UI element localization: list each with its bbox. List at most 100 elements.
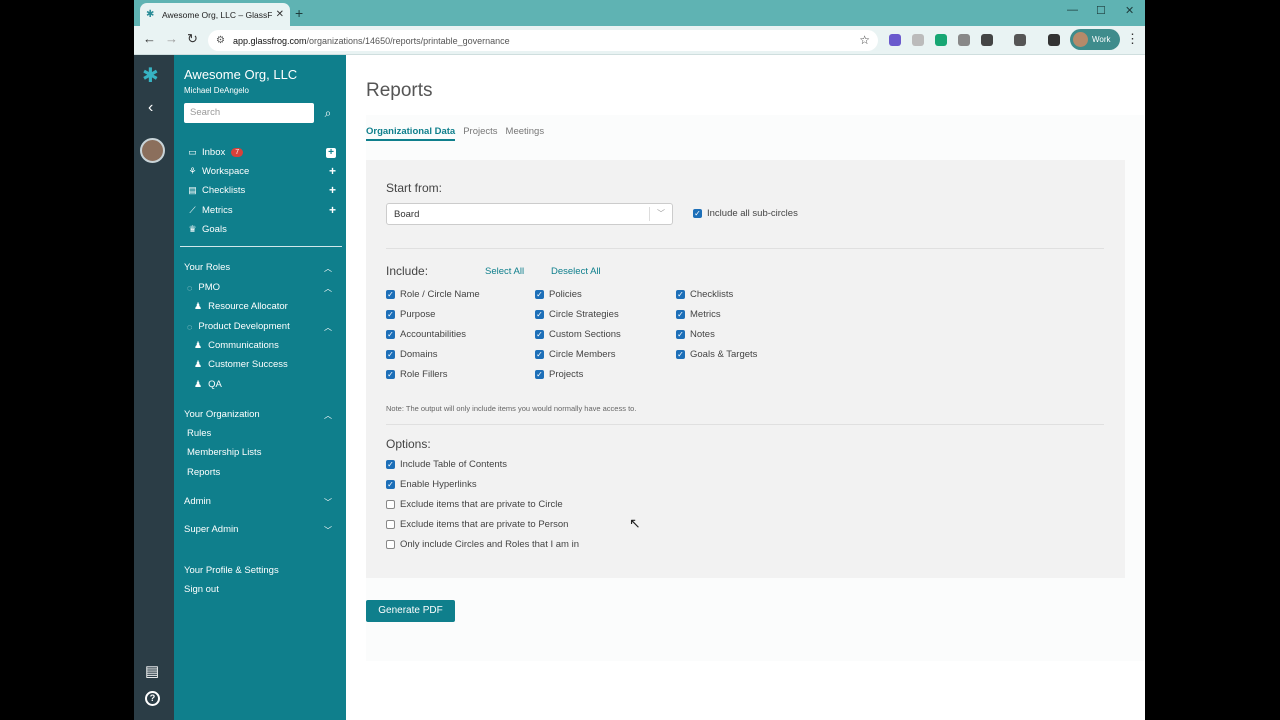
address-bar[interactable]: ⚙ app.glassfrog.com/organizations/14650/… <box>208 30 878 51</box>
chat-icon[interactable]: ▤ <box>145 662 159 680</box>
divider <box>386 248 1104 249</box>
tab-projects[interactable]: Projects <box>463 126 497 141</box>
glassfrog-logo-icon[interactable]: ✱ <box>142 63 159 88</box>
sidebar-item-label: Metrics <box>202 205 233 216</box>
sidebar-item-checklists[interactable]: ▤ Checklists <box>187 185 245 196</box>
add-metric-icon[interactable]: + <box>329 203 336 217</box>
include-checkbox[interactable]: ✓ Accountabilities <box>386 329 466 340</box>
tab-organizational-data[interactable]: Organizational Data <box>366 126 456 141</box>
sidebar-item-membership-lists[interactable]: Membership Lists <box>187 447 261 458</box>
role-resource-allocator[interactable]: ♟ Resource Allocator <box>194 301 288 312</box>
chevron-down-icon[interactable]: ﹀ <box>324 525 332 536</box>
forward-arrow-icon[interactable]: → <box>165 31 178 46</box>
profile-settings-link[interactable]: Your Profile & Settings <box>184 565 279 576</box>
tab-meetings[interactable]: Meetings <box>506 126 545 141</box>
checkbox-checked-icon: ✓ <box>676 310 685 319</box>
include-checkbox[interactable]: ✓ Domains <box>386 349 438 360</box>
sidebar-item-goals[interactable]: ♛ Goals <box>187 224 226 235</box>
sidebar-item-rules[interactable]: Rules <box>187 428 211 439</box>
avatar[interactable] <box>140 138 165 163</box>
extension-icon[interactable] <box>958 34 970 46</box>
role-pmo[interactable]: ◌ PMO <box>187 282 220 293</box>
chevron-down-icon[interactable]: ﹀ <box>324 497 332 508</box>
extension-icon[interactable] <box>935 34 947 46</box>
checklist-icon: ▤ <box>188 185 197 195</box>
deselect-all-link[interactable]: Deselect All <box>551 266 601 277</box>
menu-kebab-icon[interactable]: ⋮ <box>1126 31 1139 47</box>
include-checkbox[interactable]: ✓ Notes <box>676 329 715 340</box>
include-checkbox[interactable]: ✓ Metrics <box>676 309 721 320</box>
reload-icon[interactable]: ↻ <box>187 31 198 47</box>
role-product-development[interactable]: ◌ Product Development <box>187 321 290 332</box>
url-text: app.glassfrog.com/organizations/14650/re… <box>232 35 510 46</box>
bookmark-star-icon[interactable]: ☆ <box>859 33 870 47</box>
back-arrow-icon[interactable]: ← <box>143 31 156 46</box>
chevron-up-icon[interactable]: ︿ <box>324 410 332 421</box>
include-checkbox[interactable]: ✓ Role / Circle Name <box>386 289 480 300</box>
sign-out-link[interactable]: Sign out <box>184 584 219 595</box>
search-input[interactable]: Search <box>184 103 314 123</box>
option-checkbox[interactable]: ✓ Include Table of Contents <box>386 459 507 470</box>
role-communications[interactable]: ♟ Communications <box>194 340 279 351</box>
page-title: Reports <box>366 80 433 101</box>
sidebar-item-reports[interactable]: Reports <box>187 467 220 478</box>
checkbox-unchecked-icon <box>386 520 395 529</box>
checkbox-checked-icon: ✓ <box>535 370 544 379</box>
include-checkbox[interactable]: ✓ Checklists <box>676 289 733 300</box>
add-workspace-icon[interactable]: + <box>329 164 336 178</box>
collapse-chevron-icon[interactable]: ‹ <box>148 99 153 117</box>
option-checkbox[interactable]: Only include Circles and Roles that I am… <box>386 539 579 550</box>
sidebar-item-workspace[interactable]: ⚘ Workspace <box>187 166 249 177</box>
option-checkbox[interactable]: Exclude items that are private to Person <box>386 519 568 530</box>
maximize-button[interactable]: ☐ <box>1096 4 1106 17</box>
browser-tab[interactable]: ✱ Awesome Org, LLC – GlassFrog ✕ <box>140 3 290 26</box>
include-checkbox[interactable]: ✓ Circle Strategies <box>535 309 619 320</box>
extensions-puzzle-icon[interactable] <box>981 34 993 46</box>
select-all-link[interactable]: Select All <box>485 266 524 277</box>
download-icon[interactable] <box>1048 34 1060 46</box>
role-customer-success[interactable]: ♟ Customer Success <box>194 359 288 370</box>
extension-icon[interactable] <box>889 34 901 46</box>
start-from-select[interactable]: Board ﹀ <box>386 203 673 225</box>
chevron-up-icon[interactable]: ︿ <box>324 263 332 274</box>
help-icon[interactable]: ? <box>145 691 160 706</box>
include-checkbox[interactable]: ✓ Projects <box>535 369 583 380</box>
include-checkbox[interactable]: ✓ Role Fillers <box>386 369 448 380</box>
sidepanel-icon[interactable] <box>1014 34 1026 46</box>
checkbox-checked-icon: ✓ <box>386 330 395 339</box>
option-checkbox[interactable]: ✓ Enable Hyperlinks <box>386 479 477 490</box>
inbox-icon: ▭ <box>188 147 197 157</box>
add-inbox-icon[interactable]: + <box>326 148 336 158</box>
admin-header[interactable]: Admin <box>184 496 211 507</box>
checkbox-unchecked-icon <box>386 500 395 509</box>
close-window-button[interactable]: ✕ <box>1125 4 1134 17</box>
include-checkbox[interactable]: ✓ Goals & Targets <box>676 349 757 360</box>
option-checkbox[interactable]: Exclude items that are private to Circle <box>386 499 563 510</box>
profile-button[interactable]: Work <box>1070 29 1120 50</box>
site-info-icon[interactable]: ⚙ <box>216 35 225 46</box>
include-checkbox[interactable]: ✓ Policies <box>535 289 582 300</box>
role-qa[interactable]: ♟ QA <box>194 379 222 390</box>
new-tab-button[interactable]: + <box>295 5 303 21</box>
minimize-button[interactable]: — <box>1067 4 1078 16</box>
search-icon[interactable]: ⌕ <box>318 103 338 123</box>
chevron-up-icon[interactable]: ︿ <box>324 283 332 294</box>
extension-icon[interactable] <box>912 34 924 46</box>
your-roles-header[interactable]: Your Roles <box>184 262 230 273</box>
sidebar-item-inbox[interactable]: ▭ Inbox 7 <box>187 147 244 158</box>
add-checklist-icon[interactable]: + <box>329 183 336 197</box>
super-admin-header[interactable]: Super Admin <box>184 524 238 535</box>
browser-window: ✱ Awesome Org, LLC – GlassFrog ✕ + — ☐ ✕… <box>134 0 1145 720</box>
sidebar-divider <box>180 246 342 247</box>
close-tab-icon[interactable]: ✕ <box>276 9 284 20</box>
user-name: Michael DeAngelo <box>184 86 249 95</box>
include-checkbox[interactable]: ✓ Purpose <box>386 309 435 320</box>
generate-pdf-button[interactable]: Generate PDF <box>366 600 455 622</box>
chevron-up-icon[interactable]: ︿ <box>324 322 332 333</box>
sidebar-item-metrics[interactable]: ⟋ Metrics <box>187 205 233 216</box>
include-checkbox[interactable]: ✓ Custom Sections <box>535 329 621 340</box>
your-organization-header[interactable]: Your Organization <box>184 409 260 420</box>
include-subcircles-checkbox[interactable]: ✓ Include all sub-circles <box>693 208 798 219</box>
include-checkbox[interactable]: ✓ Circle Members <box>535 349 616 360</box>
role-label: Customer Success <box>208 359 288 370</box>
